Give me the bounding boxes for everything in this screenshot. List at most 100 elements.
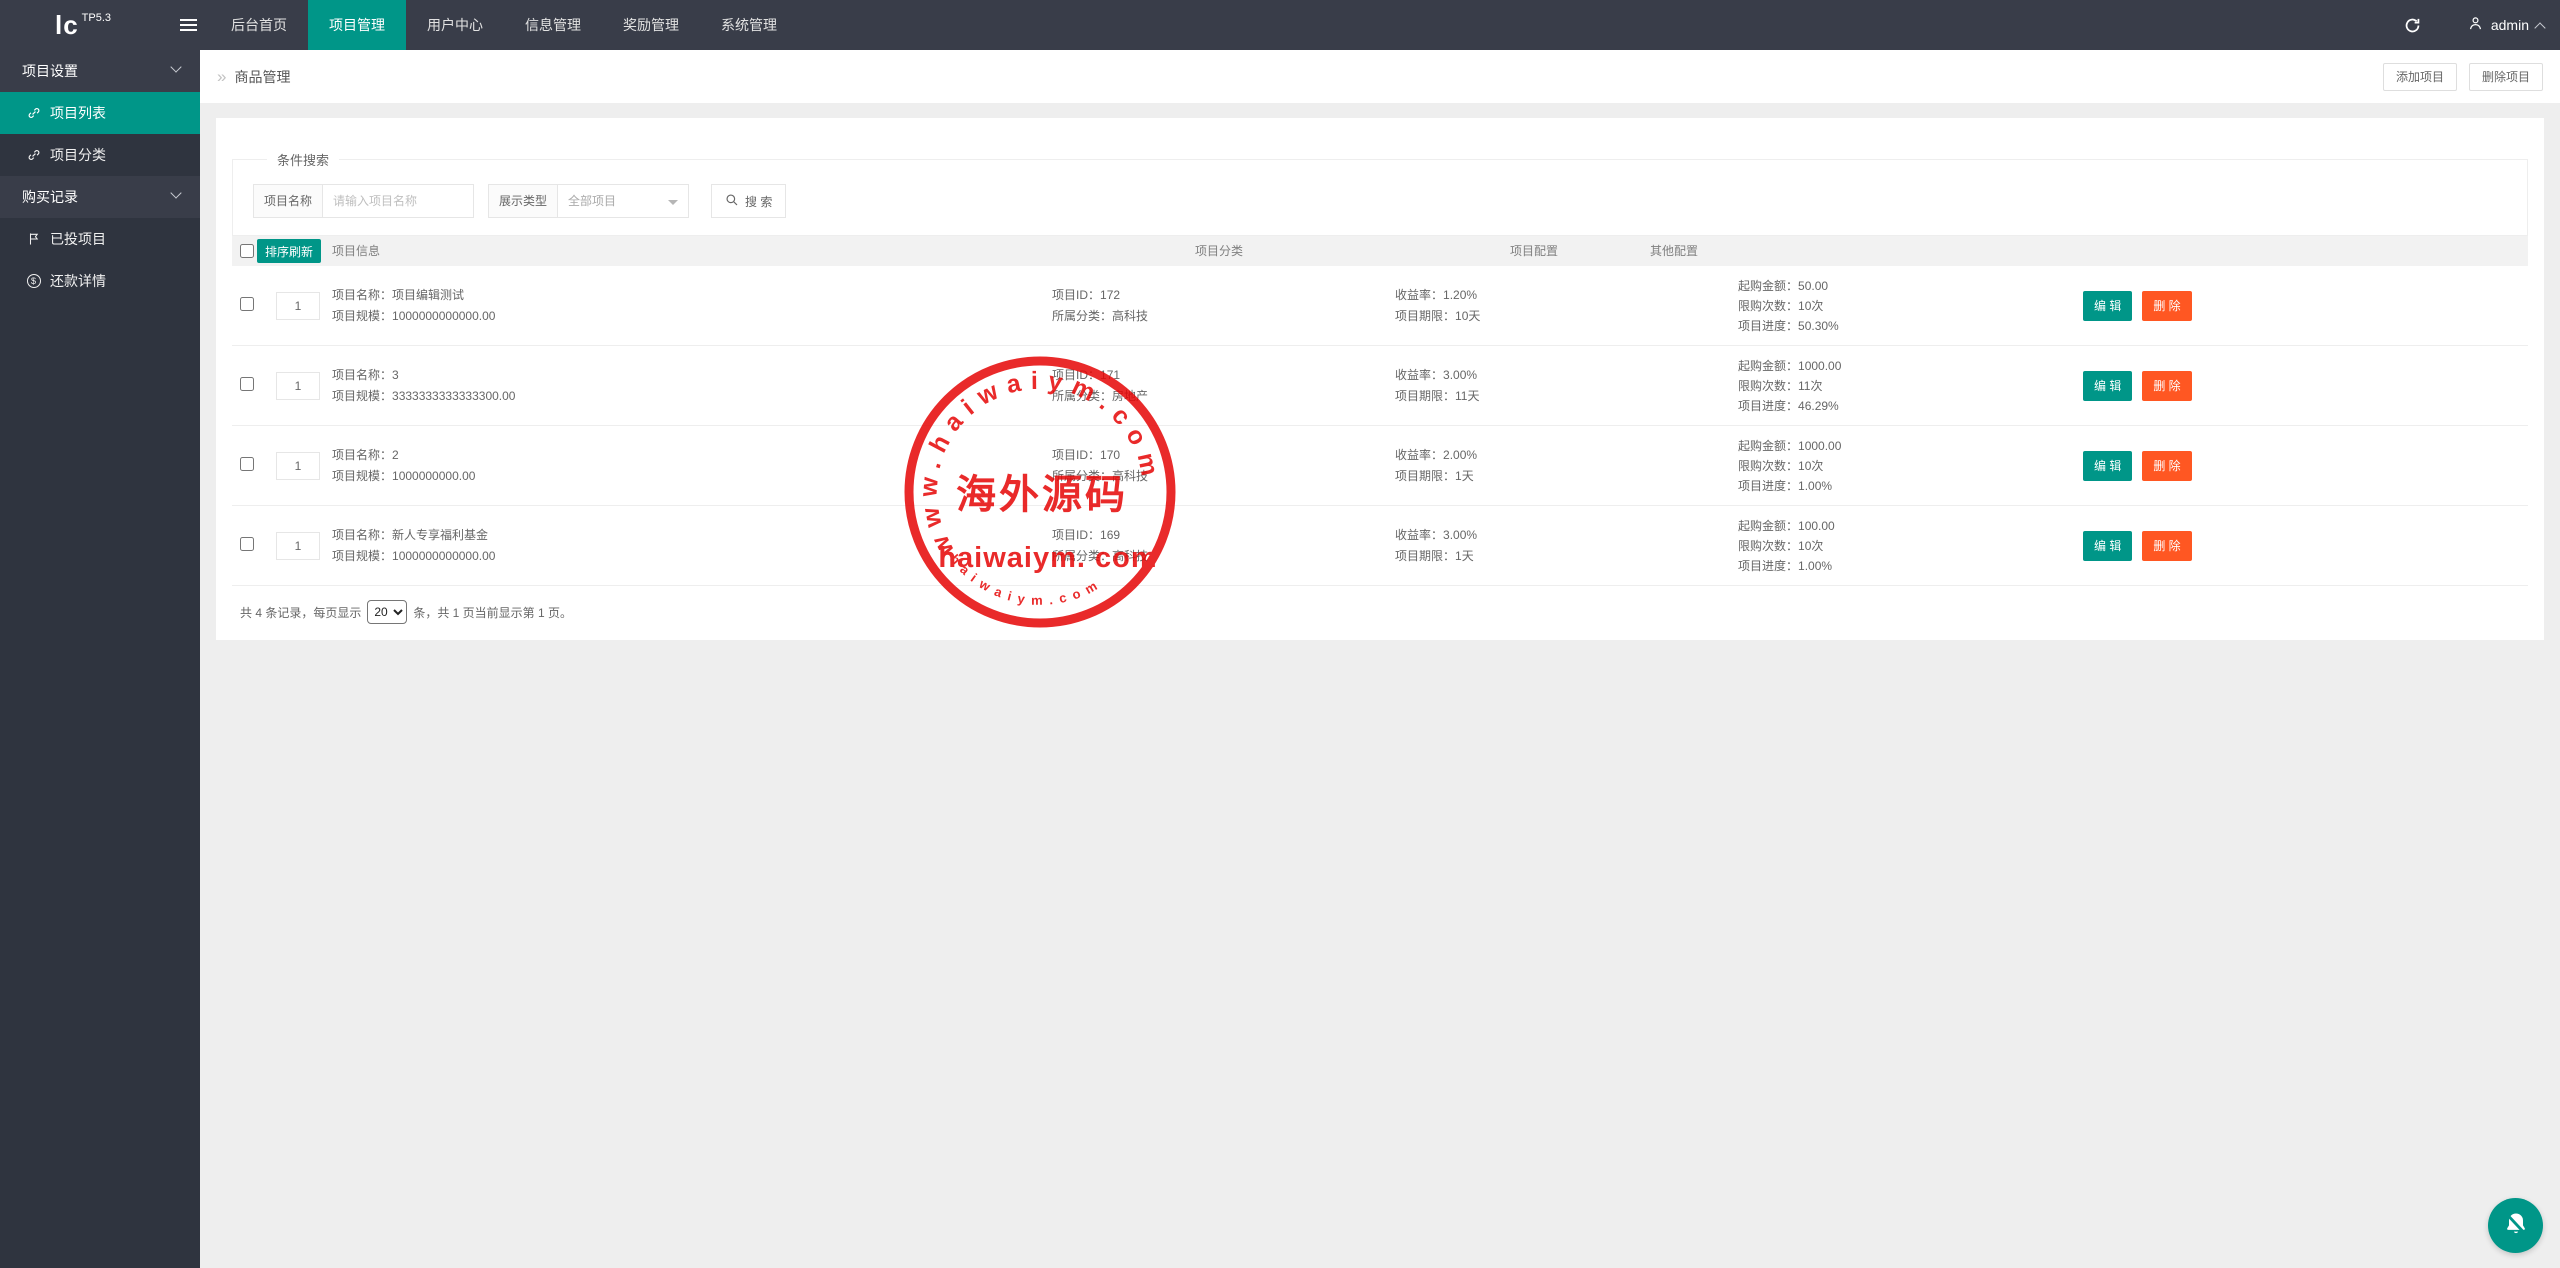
pagination: 共 4 条记录，每页显示 20 条，共 1 页当前显示第 1 页。 [232, 600, 2528, 624]
edit-button[interactable]: 编 辑 [2083, 291, 2132, 321]
project-id-value: 171 [1100, 368, 1120, 382]
field-label: 项目名称： [332, 528, 392, 542]
nav-item-project-management[interactable]: 项目管理 [308, 0, 406, 50]
chevron-up-icon [2534, 22, 2545, 33]
sidebar-item-invested-projects[interactable]: 已投项目 [0, 218, 200, 260]
field-label: 项目期限： [1395, 309, 1455, 323]
row-sort-cell [264, 292, 332, 320]
field-label: 限购次数： [1738, 379, 1798, 393]
table-body: 项目名称：项目编辑测试 项目规模：1000000000000.00 项目ID：1… [232, 266, 2528, 586]
sidebar-item-label: 已投项目 [50, 229, 106, 249]
edit-button[interactable]: 编 辑 [2083, 371, 2132, 401]
field-label: 项目进度： [1738, 559, 1798, 573]
top-nav: 后台首页 项目管理 用户中心 信息管理 奖励管理 系统管理 [210, 0, 798, 50]
search-button[interactable]: 搜 索 [711, 184, 786, 218]
project-rate-value: 3.00% [1443, 528, 1477, 542]
page-title: 商品管理 [234, 67, 290, 87]
nav-item-info-management[interactable]: 信息管理 [504, 0, 602, 50]
field-label: 限购次数： [1738, 299, 1798, 313]
field-label: 项目名称： [332, 368, 392, 382]
field-label: 收益率： [1395, 368, 1443, 382]
field-label: 所属分类： [1052, 469, 1112, 483]
sort-order-input[interactable] [276, 532, 320, 560]
project-info-cell: 项目名称：3 项目规模：3333333333333300.00 [332, 365, 1040, 407]
min-amount-value: 1000.00 [1798, 439, 1841, 453]
field-label: 项目规模： [332, 469, 392, 483]
field-label: 收益率： [1395, 528, 1443, 542]
display-type-select[interactable]: 全部项目 [557, 184, 689, 218]
refresh-icon[interactable] [2403, 15, 2423, 35]
row-checkbox[interactable] [240, 377, 254, 391]
dollar-circle-icon: $ [26, 274, 41, 289]
progress-value: 46.29% [1798, 399, 1839, 413]
user-menu[interactable]: admin [2467, 15, 2544, 35]
delete-button[interactable]: 删 除 [2142, 531, 2191, 561]
edit-button[interactable]: 编 辑 [2083, 451, 2132, 481]
sidebar-group-project-settings[interactable]: 项目设置 [0, 50, 200, 92]
project-config-cell: 收益率：2.00% 项目期限：1天 [1390, 445, 1730, 487]
nav-item-reward-management[interactable]: 奖励管理 [602, 0, 700, 50]
other-config-cell: 起购金额：1000.00 限购次数：11次 项目进度：46.29% [1730, 356, 2080, 416]
project-term-value: 1天 [1455, 469, 1474, 483]
other-config-cell: 起购金额：1000.00 限购次数：10次 项目进度：1.00% [1730, 436, 2080, 496]
column-header-info: 项目信息 [332, 236, 380, 266]
project-config-cell: 收益率：3.00% 项目期限：11天 [1390, 365, 1730, 407]
table-row: 项目名称：3 项目规模：3333333333333300.00 项目ID：171… [232, 346, 2528, 426]
display-type-group: 展示类型 全部项目 [488, 184, 689, 218]
sort-refresh-button[interactable]: 排序刷新 [257, 239, 321, 263]
sidebar-group-label: 项目设置 [22, 63, 78, 79]
sort-order-input[interactable] [276, 452, 320, 480]
min-amount-value: 1000.00 [1798, 359, 1841, 373]
page-size-select[interactable]: 20 [367, 600, 407, 624]
row-sort-cell [264, 532, 332, 560]
search-legend: 条件搜索 [267, 150, 339, 169]
field-label: 项目期限： [1395, 469, 1455, 483]
limit-times-value: 10次 [1798, 459, 1823, 473]
project-category-cell: 项目ID：171 所属分类：房地产 [1040, 365, 1390, 407]
delete-button[interactable]: 删 除 [2142, 291, 2191, 321]
limit-times-value: 11次 [1798, 379, 1822, 393]
link-icon [26, 106, 41, 121]
row-actions-cell: 编 辑 删 除 [2080, 291, 2528, 321]
sidebar: 项目设置 项目列表 项目分类 购买记录 已投项目 $ 还款详情 [0, 50, 200, 1268]
select-all-checkbox[interactable] [240, 244, 254, 258]
display-type-value: 全部项目 [568, 194, 616, 208]
sidebar-item-project-category[interactable]: 项目分类 [0, 134, 200, 176]
row-checkbox[interactable] [240, 537, 254, 551]
row-checkbox[interactable] [240, 297, 254, 311]
project-config-cell: 收益率：3.00% 项目期限：1天 [1390, 525, 1730, 567]
delete-button[interactable]: 删 除 [2142, 371, 2191, 401]
search-button-label: 搜 索 [745, 193, 772, 210]
delete-project-button[interactable]: 删除项目 [2469, 63, 2543, 91]
hamburger-menu-icon[interactable] [166, 0, 210, 50]
sidebar-group-purchase-records[interactable]: 购买记录 [0, 176, 200, 218]
project-config-cell: 收益率：1.20% 项目期限：10天 [1390, 285, 1730, 327]
pagination-prefix: 共 4 条记录，每页显示 [240, 604, 361, 621]
field-label: 项目ID： [1052, 528, 1100, 542]
project-name-input[interactable] [322, 184, 474, 218]
field-label: 项目规模： [332, 549, 392, 563]
sort-order-input[interactable] [276, 372, 320, 400]
project-cat-value: 高科技 [1112, 469, 1148, 483]
chevron-down-icon [170, 61, 181, 72]
chevron-down-icon [170, 187, 181, 198]
field-label: 项目进度： [1738, 399, 1798, 413]
nav-item-dashboard[interactable]: 后台首页 [210, 0, 308, 50]
add-project-button[interactable]: 添加项目 [2383, 63, 2457, 91]
project-scale-value: 1000000000.00 [392, 469, 475, 483]
edit-button[interactable]: 编 辑 [2083, 531, 2132, 561]
nav-item-user-center[interactable]: 用户中心 [406, 0, 504, 50]
mute-notifications-fab[interactable] [2488, 1198, 2543, 1253]
sidebar-item-repayment-details[interactable]: $ 还款详情 [0, 260, 200, 302]
app-logo[interactable]: lcTP5.3 [0, 0, 166, 50]
sidebar-item-label: 还款详情 [50, 271, 106, 291]
delete-button[interactable]: 删 除 [2142, 451, 2191, 481]
sort-order-input[interactable] [276, 292, 320, 320]
nav-item-system-management[interactable]: 系统管理 [700, 0, 798, 50]
row-checkbox[interactable] [240, 457, 254, 471]
table-header: 排序刷新 项目信息 项目分类 项目配置 其他配置 [232, 236, 2528, 266]
limit-times-value: 10次 [1798, 539, 1823, 553]
other-config-cell: 起购金额：100.00 限购次数：10次 项目进度：1.00% [1730, 516, 2080, 576]
sidebar-item-project-list[interactable]: 项目列表 [0, 92, 200, 134]
project-name-group: 项目名称 [253, 184, 474, 218]
